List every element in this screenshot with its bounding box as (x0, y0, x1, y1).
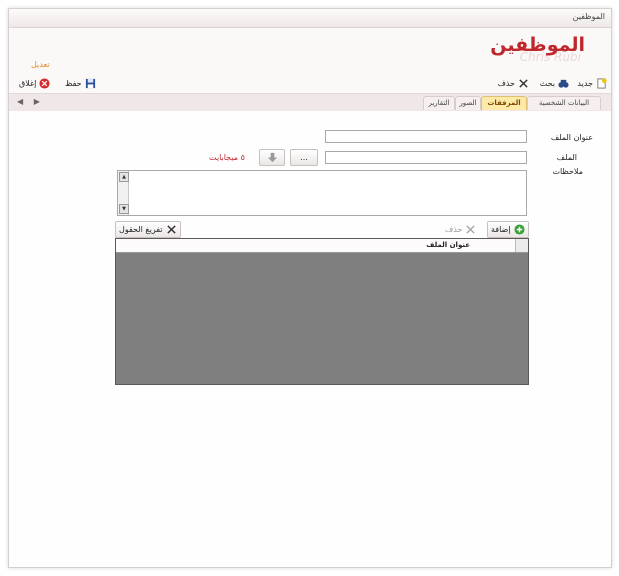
delete-label: حذف (445, 225, 463, 234)
file-label: الملف (556, 153, 577, 162)
delete-x-icon (466, 225, 476, 234)
window-title: الموظفين (572, 12, 605, 21)
mode-label: تعديل (31, 60, 50, 69)
file-title-input[interactable] (325, 130, 527, 143)
delete-attachment-button[interactable]: حذف (441, 221, 480, 238)
new-button[interactable]: جديد (577, 76, 607, 90)
down-arrow-icon (267, 152, 277, 163)
title-bar: الموظفين (9, 9, 611, 28)
notes-label: ملاحظات (552, 167, 583, 176)
tab-reports[interactable]: التقارير (423, 96, 455, 110)
search-label: بحث (539, 78, 555, 88)
browse-label: ... (300, 153, 308, 162)
browse-button[interactable]: ... (290, 149, 318, 166)
tab-images[interactable]: الصور (455, 96, 481, 110)
delete-x-icon (519, 78, 528, 88)
add-label: إضافة (491, 225, 511, 234)
add-plus-icon (514, 224, 525, 235)
attachments-grid[interactable]: عنوان الملف (115, 238, 529, 385)
close-label: إغلاق (19, 78, 37, 88)
clear-x-icon (166, 225, 176, 234)
toolbar-delete-label: حذف (497, 78, 515, 88)
close-button[interactable]: إغلاق (19, 76, 50, 90)
toolbar-delete-button[interactable]: حذف (498, 76, 529, 90)
new-label: جديد (577, 78, 593, 88)
page-header: Chris Rubi الموظفين تعديل (9, 28, 611, 78)
add-attachment-button[interactable]: إضافة (487, 221, 529, 238)
grid-header: عنوان الملف (116, 239, 528, 253)
binoculars-icon (558, 79, 569, 88)
save-label: حفظ (65, 78, 82, 88)
scroll-up-icon[interactable]: ▲ (119, 172, 129, 182)
notes-textarea[interactable]: ▲ ▼ (117, 170, 527, 216)
save-disk-icon (85, 78, 95, 88)
clear-label: تفريغ الحقول (119, 225, 163, 234)
notes-scrollbar[interactable]: ▲ ▼ (118, 171, 129, 215)
tab-bar: ◀ ▶ البيانات الشخصية المرفقات الصور التق… (9, 93, 611, 112)
upload-button[interactable] (259, 149, 285, 166)
save-button[interactable]: حفظ (65, 76, 96, 90)
tab-attachments[interactable]: المرفقات (481, 96, 527, 110)
grid-corner-cell (515, 239, 528, 252)
record-nav-arrows[interactable]: ◀ ▶ (17, 97, 44, 106)
app-window: الموظفين Chris Rubi الموظفين تعديل جديد … (8, 8, 612, 568)
page-title: الموظفين (490, 34, 585, 56)
file-title-label: عنوان الملف (550, 133, 593, 142)
clear-fields-button[interactable]: تفريغ الحقول (115, 221, 181, 238)
search-button[interactable]: بحث (540, 76, 569, 90)
file-path-input[interactable] (325, 151, 527, 164)
close-circle-icon (39, 77, 50, 89)
tab-personal-data[interactable]: البيانات الشخصية (527, 96, 601, 110)
grid-column-header[interactable]: عنوان الملف (426, 241, 470, 249)
scroll-down-icon[interactable]: ▼ (119, 204, 129, 214)
max-size-note: ٥ ميجابايت (209, 153, 245, 162)
new-document-icon (597, 77, 607, 89)
toolbar: جديد بحث حذف إغلاق حفظ (9, 73, 611, 93)
